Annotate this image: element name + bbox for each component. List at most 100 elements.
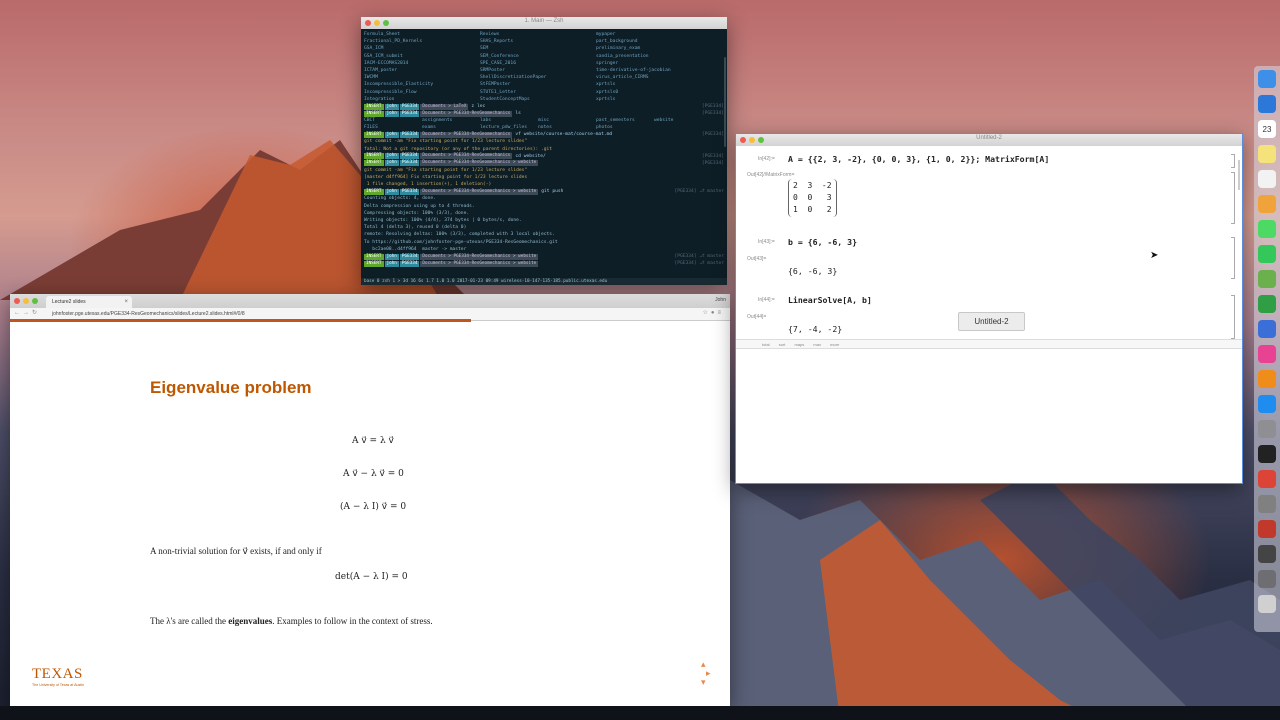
cell-bracket[interactable] <box>1231 154 1235 168</box>
vi-mode-badge: INSERT <box>364 110 384 117</box>
path-segment: Documents > PGE334-ResGeomechanics > web… <box>420 160 539 167</box>
trash-icon[interactable] <box>1258 595 1276 613</box>
utilities-icon[interactable] <box>1258 570 1276 588</box>
cell-bracket[interactable] <box>1231 295 1235 339</box>
file-name: Integration <box>364 96 395 102</box>
finder-icon[interactable] <box>1258 70 1276 88</box>
numbers-icon[interactable] <box>1258 295 1276 313</box>
input-cell-42[interactable]: A = {{2, 3, -2}, {0, 0, 3}, {1, 0, 2}}; … <box>788 154 1049 164</box>
matrix-output[interactable]: 2 3 -2 0 0 3 1 0 2 <box>788 179 837 217</box>
texshop-icon[interactable] <box>1258 495 1276 513</box>
cell-bracket[interactable] <box>1231 172 1235 224</box>
file-name: xprtsls <box>596 96 616 102</box>
suggestion-sort[interactable]: sort <box>779 342 786 347</box>
equation-3: (A − λ I) v⃗ = 0 <box>340 502 407 512</box>
messages-icon[interactable] <box>1258 220 1276 238</box>
close-tab-icon[interactable]: × <box>124 296 128 308</box>
file-name: photos <box>596 125 613 131</box>
terminal-titlebar[interactable]: 1. Main — Zsh <box>361 17 727 29</box>
prompt-right: [PGE334] <box>701 132 724 138</box>
browser-window[interactable]: Lecture2 slides × John ←→↻ johnfoster.pge… <box>10 294 730 706</box>
file-name: sandia_presentation <box>596 53 649 59</box>
slide-text-2: The λ's are called the eigenvalues. Exam… <box>150 616 433 626</box>
desktop-bottom <box>0 706 1280 720</box>
path-segment: Documents > PGE334-ResGeomechanics <box>420 153 513 160</box>
browser-tab[interactable]: Lecture2 slides × <box>46 296 132 308</box>
suggestion-max[interactable]: max <box>813 342 821 347</box>
zoom-button[interactable] <box>32 298 38 304</box>
minimize-button[interactable] <box>23 298 29 304</box>
url-field[interactable]: johnfoster.pge.utexas.edu/PGE334-ResGeom… <box>52 311 245 317</box>
app-store-icon[interactable] <box>1258 395 1276 413</box>
mathematica-window[interactable]: Untitled-2 In[42]:= A = {{2, 3, -2}, {0,… <box>735 133 1243 484</box>
keynote-icon[interactable] <box>1258 320 1276 338</box>
suggestion-maps[interactable]: maps <box>794 342 804 347</box>
forward-icon[interactable]: → <box>23 310 32 316</box>
output-line: 1 file changed, 1 insertion(+), 1 deleti… <box>364 182 492 188</box>
chrome-icon[interactable] <box>1258 470 1276 488</box>
env-segment: PGE334 <box>399 253 420 260</box>
star-icon[interactable]: ☆ <box>702 310 710 316</box>
suggestion-total[interactable]: total <box>762 342 770 347</box>
user-segment: john <box>384 188 399 195</box>
calendar-icon[interactable]: 23 <box>1258 120 1276 138</box>
input-cell-43[interactable]: b = {6, -6, 3} <box>788 237 857 247</box>
itunes-icon[interactable] <box>1258 345 1276 363</box>
output-cell-44[interactable]: {7, -4, -2} <box>788 324 842 334</box>
user-segment: john <box>384 131 399 138</box>
mathematica-titlebar[interactable]: Untitled-2 <box>736 134 1242 146</box>
terminal-window[interactable]: 1. Main — Zsh Formula_Sheet Reviews mypape… <box>361 17 727 285</box>
notebook-scrollbar[interactable] <box>1238 160 1240 190</box>
suggestion-more[interactable]: more <box>830 342 839 347</box>
notebook[interactable]: In[42]:= A = {{2, 3, -2}, {0, 0, 3}, {1,… <box>736 146 1242 346</box>
out42-label: Out[42]//MatrixForm= <box>747 172 795 178</box>
back-icon[interactable]: ← <box>14 310 23 316</box>
safari-icon[interactable] <box>1258 95 1276 113</box>
close-button[interactable] <box>14 298 20 304</box>
env-segment: PGE334 <box>399 160 420 167</box>
prompt-right: [PGE334] <box>701 160 724 166</box>
nav-buttons[interactable]: ←→↻ <box>14 309 40 316</box>
activity-icon[interactable] <box>1258 545 1276 563</box>
file-name: GSA_ICM <box>364 46 384 52</box>
vi-mode-badge: INSERT <box>364 153 384 160</box>
vi-mode-badge: INSERT <box>364 103 384 110</box>
menu-icon[interactable]: ≡ <box>717 310 724 316</box>
slide-title: Eigenvalue problem <box>150 378 312 397</box>
cell-bracket[interactable] <box>1231 237 1235 279</box>
photos-icon[interactable] <box>1258 195 1276 213</box>
facetime-icon[interactable] <box>1258 245 1276 263</box>
user-segment: john <box>384 103 399 110</box>
matrix-row: 2 3 -2 <box>793 181 832 190</box>
terminal-scrollbar[interactable] <box>724 57 726 147</box>
file-name: Reviews <box>480 32 500 37</box>
file-name: StudentConceptMaps <box>480 96 530 102</box>
file-name: Formula_Sheet <box>364 32 400 37</box>
nav-down-icon[interactable]: ▾ <box>696 678 711 687</box>
output-cell-43[interactable]: {6, -6, 3} <box>788 266 837 276</box>
input-cell-44[interactable]: LinearSolve[A, b] <box>788 295 872 305</box>
slide-nav-controls[interactable]: ▴ ▸ ▾ <box>696 660 711 687</box>
vi-mode-badge: INSERT <box>364 260 384 267</box>
file-name: ShellDiscretizationPaper <box>480 75 547 81</box>
notes-icon[interactable] <box>1258 145 1276 163</box>
in44-label: In[44]:= <box>758 297 775 303</box>
env-segment: PGE334 <box>399 103 420 110</box>
text2-post: . Examples to follow in the context of s… <box>272 616 433 626</box>
reminders-icon[interactable] <box>1258 170 1276 188</box>
maps-icon[interactable] <box>1258 270 1276 288</box>
system-preferences-icon[interactable] <box>1258 420 1276 438</box>
reload-icon[interactable]: ↻ <box>32 310 40 316</box>
mathematica-icon[interactable] <box>1258 520 1276 538</box>
ibooks-icon[interactable] <box>1258 370 1276 388</box>
terminal-output[interactable]: Formula_Sheet Reviews mypaper Fractional_PD… <box>361 29 727 269</box>
terminal-icon[interactable] <box>1258 445 1276 463</box>
extension-icons[interactable]: ☆●≡ <box>702 309 724 316</box>
output-line: Writing objects: 100% (4/4), 374 bytes |… <box>364 218 522 224</box>
user-segment: john <box>384 110 399 117</box>
suggestions-bar[interactable]: total sort maps max more <box>736 339 1242 349</box>
path-segment: Documents > PGE334-ResGeomechanics <box>420 110 513 117</box>
profile-button[interactable]: John <box>715 297 726 303</box>
output-line: [master d4ff964] Fix starting point for … <box>364 175 528 181</box>
path-segment: Documents > PGE334-ResGeomechanics > web… <box>420 253 539 260</box>
